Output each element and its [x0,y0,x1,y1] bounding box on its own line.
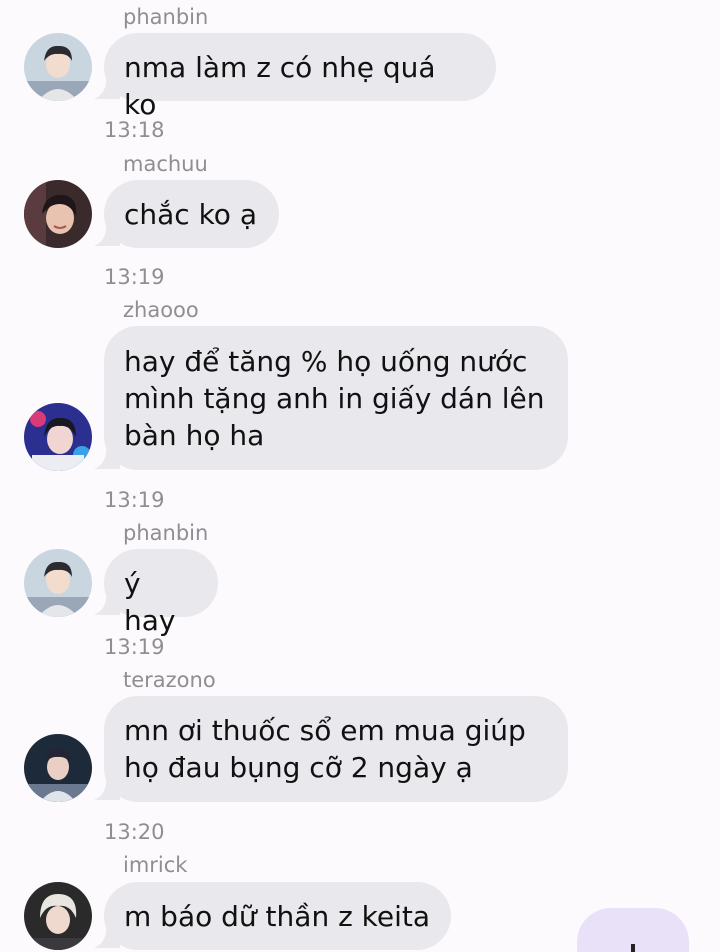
message-bubble[interactable]: chắc ko ạ [104,180,279,248]
message-text: chắc ko ạ [124,198,257,231]
avatar-zhaooo-icon[interactable] [24,403,92,471]
partial-text-mark [631,944,635,952]
avatar-machuu-icon[interactable] [24,180,92,248]
sender-name: phanbin [123,5,209,29]
sender-name: machuu [123,152,208,176]
message-time: 13:19 [104,265,165,289]
message-bubble[interactable]: ý hay [104,549,218,637]
sender-name: phanbin [123,521,209,545]
message-bubble[interactable]: m báo dữ thần z keita [104,882,451,950]
message-text: hay để tăng % họ uống nước mình tặng anh… [124,345,545,452]
sender-name: imrick [123,853,188,877]
message-text: ý hay [124,567,176,637]
message-time: 13:20 [104,820,165,844]
avatar-imrick-icon[interactable] [24,882,92,950]
message-time: 13:19 [104,488,165,512]
message-bubble[interactable]: hay để tăng % họ uống nước mình tặng anh… [104,326,568,470]
message-text: nma làm z có nhẹ quá ko [124,51,436,121]
message-bubble[interactable]: mn ơi thuốc sổ em mua giúp họ đau bụng c… [104,696,568,802]
avatar-phanbin-icon[interactable] [24,33,92,101]
chat-window: phanbin nma làm z có nhẹ quá ko 13:18 ma… [0,0,720,952]
message-text: m báo dữ thần z keita [124,900,431,933]
message-text: mn ơi thuốc sổ em mua giúp họ đau bụng c… [124,714,526,784]
message-time: 13:18 [104,118,165,142]
message-bubble[interactable]: nma làm z có nhẹ quá ko [104,33,496,121]
outgoing-message-bubble[interactable] [577,908,689,952]
avatar-phanbin-icon[interactable] [24,549,92,617]
avatar-terazono-icon[interactable] [24,734,92,802]
message-time: 13:19 [104,635,165,659]
sender-name: terazono [123,668,216,692]
sender-name: zhaooo [123,298,199,322]
